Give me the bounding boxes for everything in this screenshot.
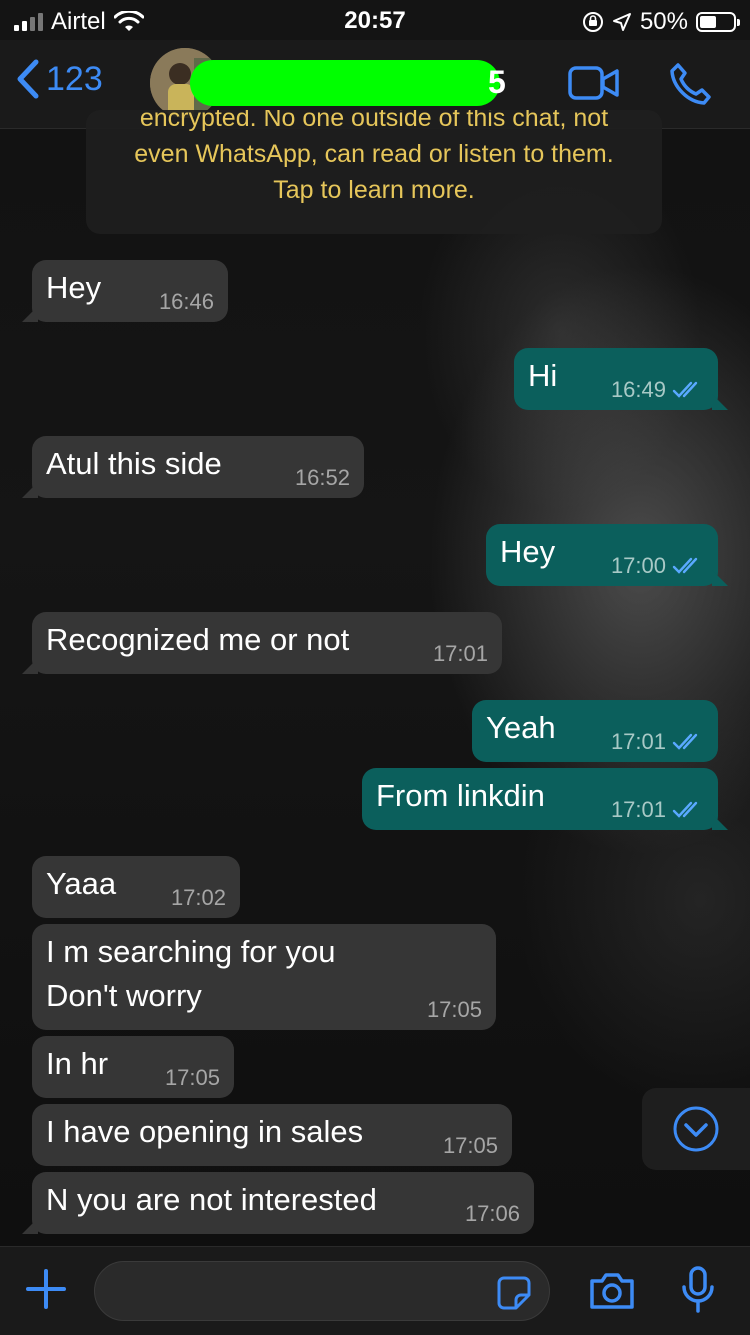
encryption-notice[interactable]: encrypted. No one outside of this chat, …	[86, 110, 662, 234]
message-text: Hey	[500, 534, 556, 569]
notice-line-3: Tap to learn more.	[273, 176, 475, 204]
message-bubble-outgoing[interactable]: Yeah 17:01	[472, 700, 718, 762]
message-time: 17:02	[170, 885, 226, 910]
message-time: 17:05	[164, 1065, 220, 1090]
plus-icon[interactable]	[24, 1267, 68, 1311]
message-bubble-outgoing[interactable]: From linkdin 17:01	[362, 768, 728, 830]
message-text-line-2: Don't worry	[46, 978, 202, 1013]
message-composer	[0, 1246, 750, 1335]
message-bubble-incoming[interactable]: N you are not interested 17:06	[22, 1172, 534, 1234]
message-time: 16:52	[294, 465, 350, 490]
message-bubble-outgoing[interactable]: Hey 17:00	[486, 524, 728, 586]
notice-line-2: even WhatsApp, can read or listen to the…	[134, 140, 614, 168]
phone-icon[interactable]	[668, 62, 712, 106]
message-time: 17:01	[432, 641, 488, 666]
message-text: Hey	[46, 270, 102, 305]
message-time: 17:01	[610, 797, 666, 822]
notice-line-1: encrypted. No one outside of this chat, …	[139, 110, 609, 132]
read-receipt-icon	[672, 801, 698, 818]
message-bubble-incoming[interactable]: Hey 16:46	[22, 260, 228, 322]
battery-icon	[696, 12, 740, 32]
battery-percent: 50%	[639, 8, 688, 35]
message-text: Yeah	[486, 710, 556, 745]
read-receipt-icon	[672, 733, 698, 750]
chevron-down-circle-icon	[673, 1106, 719, 1152]
back-button[interactable]: 123	[14, 58, 103, 100]
message-text: From linkdin	[376, 778, 545, 813]
message-bubble-incoming[interactable]: Atul this side 16:52	[22, 436, 364, 498]
location-arrow-icon	[612, 13, 631, 31]
message-time: 17:06	[464, 1201, 520, 1226]
message-bubble-incoming[interactable]: Recognized me or not 17:01	[22, 612, 502, 674]
message-time: 17:01	[610, 729, 666, 754]
read-receipt-icon	[672, 557, 698, 574]
chevron-left-icon	[17, 59, 39, 99]
video-call-icon[interactable]	[568, 66, 620, 100]
message-text: Recognized me or not	[46, 622, 350, 657]
message-time: 17:05	[426, 997, 482, 1022]
unread-count: 123	[46, 59, 103, 98]
camera-icon[interactable]	[588, 1271, 636, 1311]
contact-name-redaction[interactable]	[190, 60, 500, 106]
message-bubble-incoming[interactable]: In hr 17:05	[32, 1036, 234, 1098]
message-time: 17:05	[442, 1133, 498, 1158]
message-time: 16:49	[610, 377, 666, 402]
message-time: 17:00	[610, 553, 666, 578]
message-input[interactable]	[94, 1261, 550, 1321]
message-time: 16:46	[158, 289, 214, 314]
orientation-lock-icon	[582, 12, 603, 32]
message-bubble-incoming[interactable]: I have opening in sales 17:05	[32, 1104, 512, 1166]
read-receipt-icon	[672, 381, 698, 398]
message-text: Atul this side	[46, 446, 222, 481]
message-text: In hr	[46, 1046, 109, 1081]
message-text: I have opening in sales	[46, 1114, 364, 1149]
message-text: N you are not interested	[46, 1182, 377, 1217]
sticker-icon[interactable]	[496, 1275, 532, 1311]
message-bubble-incoming[interactable]: I m searching for you Don't worry 17:05	[32, 924, 496, 1030]
message-text: I m searching for you	[46, 934, 336, 969]
status-bar: Airtel 20:57 50%	[0, 0, 750, 40]
contact-name[interactable]: 5	[488, 64, 506, 101]
message-text: Yaaa	[46, 866, 117, 901]
scroll-to-bottom-button[interactable]	[642, 1088, 750, 1170]
microphone-icon[interactable]	[680, 1265, 716, 1315]
message-text: Hi	[528, 358, 558, 393]
status-right: 50%	[582, 8, 740, 36]
message-bubble-outgoing[interactable]: Hi 16:49	[514, 348, 728, 410]
message-bubble-incoming[interactable]: Yaaa 17:02	[32, 856, 240, 918]
